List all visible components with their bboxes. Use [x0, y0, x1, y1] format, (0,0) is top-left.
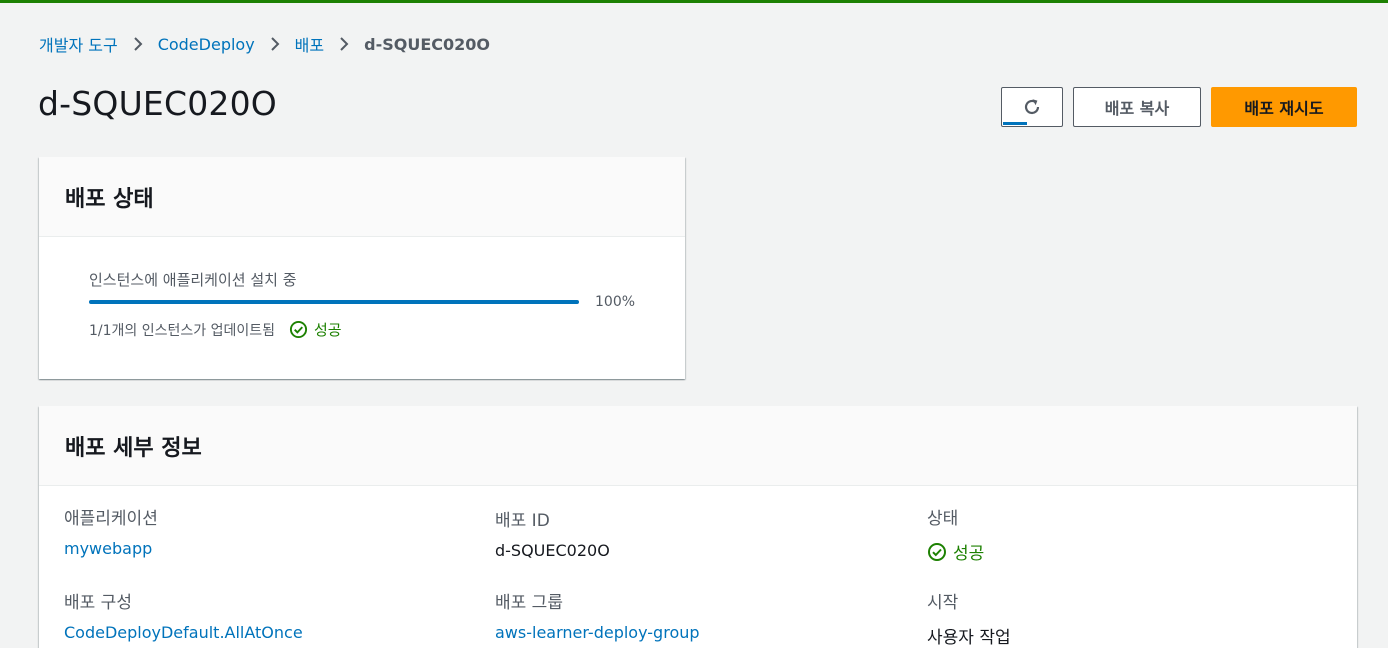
status-panel-header: 배포 상태	[39, 157, 685, 237]
details-panel-header: 배포 세부 정보	[39, 406, 1357, 486]
progress-bar-fill	[89, 300, 579, 304]
field-initiated-by: 시작 사용자 작업	[927, 588, 1011, 648]
initiated-by-value: 사용자 작업	[927, 628, 1011, 648]
deployment-details-panel: 배포 세부 정보 애플리케이션 mywebapp 배포 ID d-SQUEC02…	[39, 406, 1357, 648]
refresh-loading-bar	[1003, 122, 1027, 125]
chevron-right-icon	[133, 37, 143, 51]
progress-bar	[89, 300, 579, 304]
field-deployment-config: 배포 구성 CodeDeployDefault.AllAtOnce	[64, 588, 303, 642]
status-value: 성공	[927, 539, 984, 566]
details-panel-title: 배포 세부 정보	[65, 435, 202, 461]
breadcrumb-current: d-SQUEC020O	[364, 34, 491, 54]
chevron-right-icon	[270, 37, 280, 51]
field-label: 배포 그룹	[495, 593, 563, 613]
application-link[interactable]: mywebapp	[64, 539, 158, 558]
deployment-status-panel: 배포 상태 인스턴스에 애플리케이션 설치 중 100% 1/1개의 인스턴스가…	[39, 157, 685, 379]
field-deployment-id: 배포 ID d-SQUEC020O	[495, 506, 610, 560]
field-application: 애플리케이션 mywebapp	[64, 504, 158, 558]
field-label: 배포 구성	[64, 593, 132, 613]
breadcrumb: 개발자 도구 CodeDeploy 배포 d-SQUEC020O	[39, 32, 490, 56]
progress-label: 인스턴스에 애플리케이션 설치 중	[89, 271, 297, 289]
field-label: 애플리케이션	[64, 509, 158, 529]
check-circle-icon	[928, 542, 946, 561]
success-status: 성공	[289, 319, 342, 340]
instances-updated-text: 1/1개의 인스턴스가 업데이트됨	[89, 322, 275, 339]
breadcrumb-developer-tools[interactable]: 개발자 도구	[39, 32, 118, 56]
top-accent-line	[0, 0, 1388, 3]
field-deployment-group: 배포 그룹 aws-learner-deploy-group	[495, 588, 700, 642]
copy-deployment-button[interactable]: 배포 복사	[1073, 87, 1201, 127]
breadcrumb-deployments[interactable]: 배포	[295, 32, 324, 56]
field-label: 상태	[927, 509, 959, 529]
breadcrumb-codedeploy[interactable]: CodeDeploy	[158, 35, 255, 54]
progress-percent: 100%	[595, 294, 636, 310]
chevron-right-icon	[340, 37, 349, 51]
field-label: 배포 ID	[495, 511, 550, 531]
field-status: 상태 성공	[927, 504, 984, 566]
deployment-id-value: d-SQUEC020O	[495, 541, 610, 560]
success-label: 성공	[953, 544, 985, 564]
check-circle-icon	[289, 320, 308, 339]
refresh-icon	[1024, 99, 1040, 115]
success-label: 성공	[314, 321, 342, 339]
deployment-group-link[interactable]: aws-learner-deploy-group	[495, 623, 700, 642]
status-panel-title: 배포 상태	[65, 186, 154, 212]
retry-deployment-button[interactable]: 배포 재시도	[1211, 87, 1357, 127]
page-title: d-SQUEC020O	[38, 84, 277, 123]
instances-status: 1/1개의 인스턴스가 업데이트됨 성공	[89, 319, 342, 340]
refresh-button[interactable]	[1001, 87, 1063, 127]
header-actions: 배포 복사 배포 재시도	[1001, 87, 1357, 127]
deployment-config-link[interactable]: CodeDeployDefault.AllAtOnce	[64, 623, 303, 642]
field-label: 시작	[927, 593, 959, 613]
success-status: 성공	[927, 539, 984, 564]
